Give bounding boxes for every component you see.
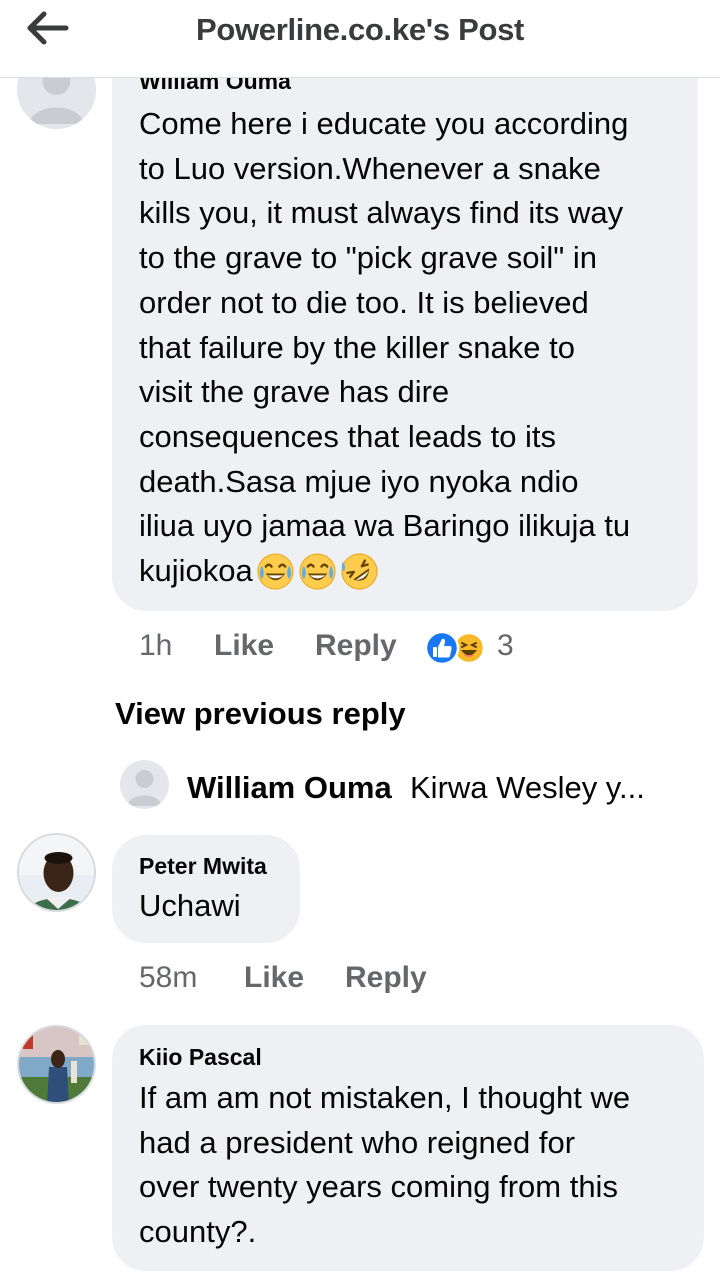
view-previous-reply-link[interactable]: View previous reply [115, 696, 406, 732]
comment-text: If am am not mistaken, I thought we had … [139, 1076, 630, 1255]
like-button[interactable]: Like [214, 629, 274, 663]
comment-text: Uchawi [139, 884, 241, 929]
comment-author[interactable]: Kiio Pascal [139, 1044, 262, 1071]
reaction-count[interactable]: 3 [497, 629, 514, 663]
comment-timestamp: 1h [139, 629, 173, 662]
like-button[interactable]: Like [244, 961, 304, 995]
user-photo-avatar[interactable] [17, 1025, 96, 1104]
top-bar: Powerline.co.ke's Post [0, 0, 720, 78]
comment-line: Uchawi [139, 888, 241, 923]
comment-line: visit the grave has dire [139, 374, 450, 410]
comment-line: over twenty years coming from this [139, 1169, 618, 1205]
rolling-laughing-emoji [341, 553, 378, 590]
user-photo-avatar[interactable] [17, 833, 96, 912]
comment-line: had a president who reigned for [139, 1124, 576, 1160]
comment-line: that failure by the killer snake to [139, 329, 575, 365]
reply-preview-snippet[interactable]: Kirwa Wesley y... [410, 770, 645, 806]
comment-line: iliua uyo jamaa wa Baringo ilikuja tu [139, 508, 631, 544]
comment-line: county?. [139, 1214, 257, 1250]
reply-button[interactable]: Reply [345, 961, 427, 995]
default-avatar-icon[interactable] [120, 760, 169, 809]
comment-line: to Luo version.Whenever a snake [139, 150, 601, 186]
comment-line: order not to die too. It is believed [139, 284, 589, 320]
comment-author[interactable]: Peter Mwita [139, 853, 267, 880]
reply-button[interactable]: Reply [315, 629, 397, 663]
comment-line: death.Sasa mjue iyo nyoka ndio [139, 463, 579, 499]
comment-line: to the grave to "pick grave soil" in [139, 240, 597, 276]
comment-line: kujiokoa [139, 549, 630, 594]
like-reaction-icon [424, 630, 460, 666]
reaction-icons[interactable] [423, 628, 489, 668]
comment-line: Come here i educate you according [139, 106, 629, 141]
reply-preview-author[interactable]: William Ouma [187, 770, 392, 806]
comment-line: kills you, it must always find its way [139, 195, 624, 231]
comment-line: If am am not mistaken, I thought we [139, 1080, 631, 1115]
tears-of-joy-emoji [257, 553, 294, 590]
tears-of-joy-emoji [299, 553, 336, 590]
comment-line-text: kujiokoa [139, 553, 253, 589]
comment-text: Come here i educate you according to Luo… [139, 102, 630, 594]
comment-line: consequences that leads to its [139, 418, 557, 454]
comment-timestamp: 58m [139, 961, 198, 994]
page-title: Powerline.co.ke's Post [195, 12, 525, 47]
